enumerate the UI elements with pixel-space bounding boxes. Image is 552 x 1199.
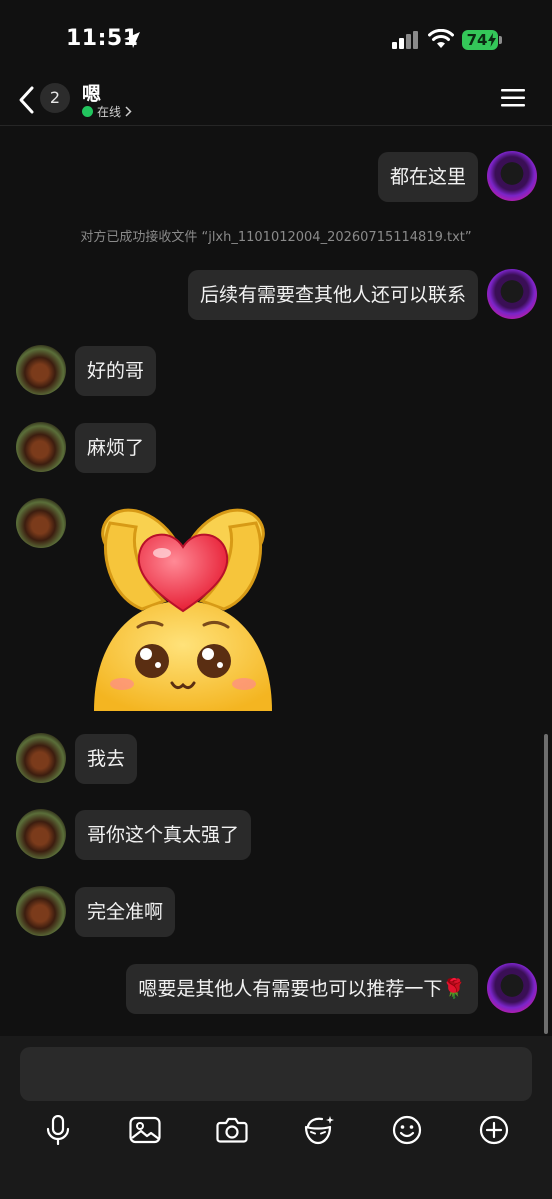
camera-icon [216,1117,248,1143]
battery-indicator: 74 [462,30,498,50]
emoji-button[interactable] [385,1108,429,1152]
heart-hands-sticker[interactable] [80,501,286,711]
plus-icon [479,1115,509,1145]
presence-status[interactable]: 在线 [82,103,132,119]
composer-toolbar [0,1108,552,1152]
microphone-icon [46,1115,70,1145]
message-input[interactable] [20,1047,532,1101]
unread-count-badge[interactable]: 2 [40,83,70,113]
location-arrow-icon [124,32,140,48]
menu-icon[interactable] [501,88,525,108]
face-mask-icon [304,1116,334,1145]
image-icon [129,1116,161,1144]
status-bar: 11:51 74 [0,0,552,78]
message-text: 嗯要是其他人有需要也可以推荐一下 [138,978,443,1000]
image-button[interactable] [123,1108,167,1152]
face-mask-button[interactable] [297,1108,341,1152]
contact-avatar[interactable] [16,422,66,472]
contact-avatar[interactable] [16,345,66,395]
wifi-icon [428,29,454,48]
charging-bolt-icon [488,33,496,47]
chat-header: 2 嗯 在线 [0,78,552,126]
contact-avatar[interactable] [16,733,66,783]
incoming-message[interactable]: 麻烦了 [75,423,157,473]
outgoing-message[interactable]: 后续有需要查其他人还可以联系 [187,270,478,320]
more-options-button[interactable] [472,1108,516,1152]
my-avatar[interactable] [487,269,537,319]
battery-cap [499,36,502,44]
scrollbar-thumb[interactable] [544,734,548,1034]
my-avatar[interactable] [487,151,537,201]
online-indicator-icon [82,105,93,117]
incoming-message[interactable]: 哥你这个真太强了 [75,810,252,860]
cellular-signal-icon [392,31,418,49]
microphone-button[interactable] [36,1108,80,1152]
contact-avatar[interactable] [16,809,66,859]
contact-avatar[interactable] [16,498,66,548]
message-list[interactable]: 都在这里 对方已成功接收文件 “jlxh_1101012004_20260715… [0,126,552,1036]
contact-avatar[interactable] [16,886,66,936]
emoji-icon [392,1115,422,1145]
incoming-message[interactable]: 我去 [75,734,138,784]
outgoing-message[interactable]: 都在这里 [377,152,478,202]
file-received-notice: 对方已成功接收文件 “jlxh_1101012004_2026071511481… [80,230,472,245]
back-chevron-icon[interactable] [14,84,40,116]
incoming-message[interactable]: 完全准啊 [75,887,176,937]
rose-emoji: 🌹 [442,978,466,1000]
incoming-message[interactable]: 好的哥 [75,346,157,396]
my-avatar[interactable] [487,963,537,1013]
composer [0,1036,552,1199]
presence-label: 在线 [97,104,122,119]
outgoing-message[interactable]: 嗯要是其他人有需要也可以推荐一下🌹 [126,964,478,1014]
camera-button[interactable] [210,1108,254,1152]
chevron-right-icon [125,105,132,117]
